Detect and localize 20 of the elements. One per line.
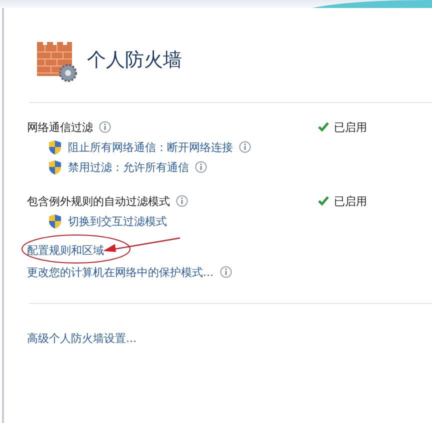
info-icon[interactable]	[195, 161, 207, 173]
shield-icon	[48, 160, 62, 174]
info-icon[interactable]	[220, 266, 232, 278]
section-heading: 网络通信过滤	[27, 120, 93, 134]
check-icon	[318, 122, 329, 132]
check-icon	[318, 196, 329, 206]
page-title: 个人防火墙	[87, 48, 182, 73]
shield-icon	[48, 214, 62, 228]
info-icon[interactable]	[176, 195, 188, 207]
status-label: 已启用	[318, 194, 367, 208]
info-icon[interactable]	[239, 141, 251, 153]
shield-icon	[48, 140, 62, 154]
section-heading: 包含例外规则的自动过滤模式	[27, 194, 170, 208]
action-link[interactable]: 阻止所有网络通信：断开网络连接	[68, 140, 233, 154]
advanced-settings-link[interactable]: 高级个人防火墙设置...	[27, 331, 432, 346]
action-link[interactable]: 禁用过滤：允许所有通信	[68, 160, 189, 174]
settings-link[interactable]: 更改您的计算机在网络中的保护模式...	[27, 264, 214, 280]
info-icon[interactable]	[99, 121, 111, 133]
action-link[interactable]: 切换到交互过滤模式	[68, 214, 167, 228]
status-label: 已启用	[318, 120, 367, 134]
